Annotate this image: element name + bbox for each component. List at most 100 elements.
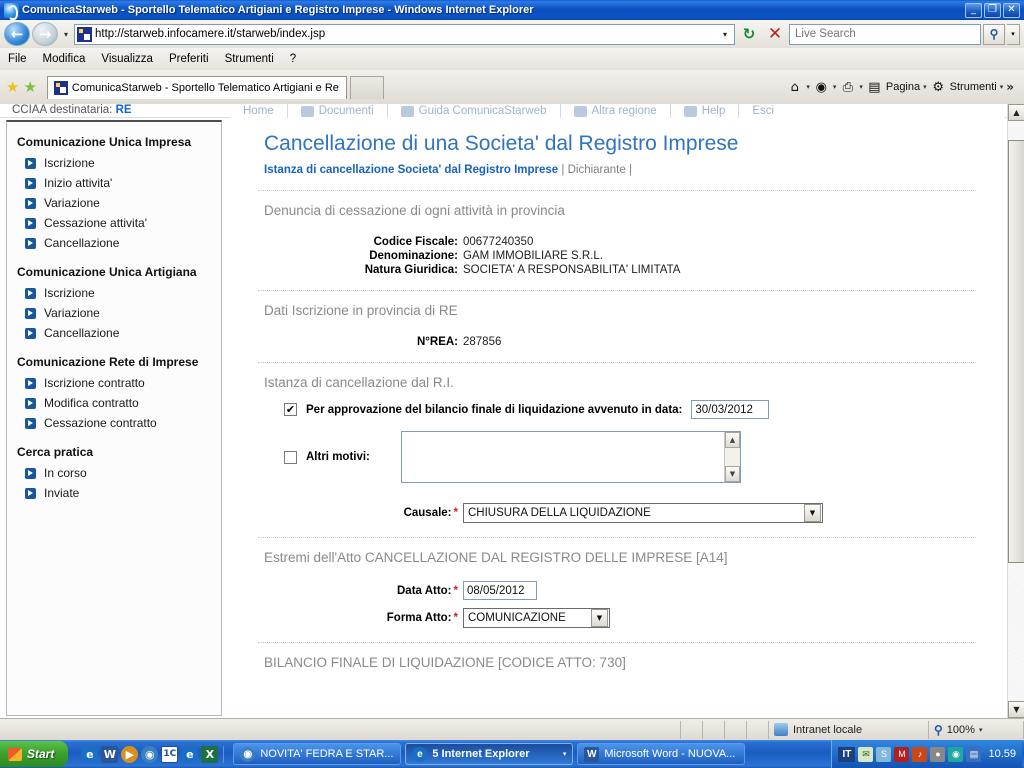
topnav-esci[interactable]: Esci: [738, 104, 787, 118]
back-button[interactable]: ←: [4, 22, 30, 46]
altri-motivi-checkbox[interactable]: [284, 450, 297, 464]
topnav-home[interactable]: Home: [230, 104, 287, 118]
url-bar[interactable]: http://starweb.infocamere.it/starweb/ind…: [74, 23, 735, 45]
causale-select[interactable]: CHIUSURA DELLA LIQUIDAZIONE ▼: [463, 503, 823, 523]
topnav-altra-regione[interactable]: Altra regione: [559, 104, 670, 118]
url-text[interactable]: http://starweb.infocamere.it/starweb/ind…: [95, 28, 717, 40]
tools-caret-icon[interactable]: ▾: [1000, 83, 1004, 91]
sidebar-item-cerca-inviate[interactable]: Inviate: [7, 483, 221, 503]
quicklaunch-globe-icon[interactable]: ◉: [141, 745, 159, 763]
feeds-button[interactable]: ◉ ▾: [813, 79, 837, 96]
menu-modifica[interactable]: Modifica: [43, 53, 86, 65]
sidebar-item-impresa-inizio-attivita[interactable]: Inizio attivita': [7, 173, 221, 193]
clock-sync-icon[interactable]: S: [876, 746, 892, 762]
altri-motivi-textarea-value[interactable]: [402, 432, 724, 482]
topnav-documenti[interactable]: Documenti: [286, 104, 387, 118]
page-caret-icon[interactable]: ▾: [923, 83, 927, 91]
refresh-icon[interactable]: ↻: [737, 22, 761, 46]
task-novita-fedra[interactable]: ◉ NOVITA' FEDRA E STAR...: [233, 743, 402, 765]
mail-icon[interactable]: ✉: [858, 746, 874, 762]
search-dropdown-caret-icon[interactable]: ▾: [1007, 23, 1020, 45]
quicklaunch-word-icon[interactable]: W: [101, 745, 119, 763]
toolbar-overflow-icon[interactable]: »: [1006, 80, 1014, 94]
sidebar-item-rete-iscrizione-contratto[interactable]: Iscrizione contratto: [7, 373, 221, 393]
quicklaunch-internet-explorer-icon[interactable]: e: [81, 745, 99, 763]
topnav-help[interactable]: Help: [669, 104, 739, 118]
maximize-restore-button[interactable]: ❐: [984, 2, 1001, 18]
sidebar-item-impresa-cessazione-attivita[interactable]: Cessazione attivita': [7, 213, 221, 233]
url-dropdown-caret-icon[interactable]: ▾: [717, 25, 733, 44]
scroll-down-icon[interactable]: ▼: [1008, 701, 1024, 718]
shield-icon[interactable]: M: [894, 746, 910, 762]
scroll-down-icon[interactable]: ▼: [725, 466, 740, 482]
forward-button[interactable]: →: [32, 22, 58, 46]
task-internet-explorer[interactable]: e 5 Internet Explorer ▾: [405, 743, 574, 765]
page-scrollbar[interactable]: ▲ ▼: [1007, 104, 1024, 718]
bilancio-date-input[interactable]: 30/03/2012: [691, 400, 770, 419]
altri-motivi-textarea[interactable]: ▲ ▼: [401, 431, 741, 483]
sidebar-item-impresa-iscrizione[interactable]: Iscrizione: [7, 153, 221, 173]
sidebar-item-cerca-in-corso[interactable]: In corso: [7, 463, 221, 483]
sidebar-item-artigiana-cancellazione[interactable]: Cancellazione: [7, 323, 221, 343]
chevron-down-icon[interactable]: ▼: [804, 504, 821, 522]
sidebar-item-rete-cessazione-contratto[interactable]: Cessazione contratto: [7, 413, 221, 433]
task-caret-icon[interactable]: ▾: [563, 750, 567, 758]
new-tab-button[interactable]: [349, 75, 384, 99]
history-dropdown-caret-icon[interactable]: ▾: [60, 30, 72, 39]
zoom-control[interactable]: ⚲ 100% ▾: [929, 720, 1024, 739]
textarea-scrollbar[interactable]: ▲ ▼: [724, 432, 740, 482]
topnav-guida[interactable]: Guida ComunicaStarweb: [386, 104, 560, 118]
zoom-caret-icon[interactable]: ▾: [979, 726, 983, 734]
security-zone[interactable]: Intranet locale: [769, 720, 929, 739]
sidebar-item-impresa-variazione[interactable]: Variazione: [7, 193, 221, 213]
add-to-favorites-icon[interactable]: ★: [23, 78, 36, 96]
cciaa-value: RE: [115, 104, 132, 116]
quicklaunch-excel-icon[interactable]: X: [201, 745, 219, 763]
forma-atto-select[interactable]: COMUNICAZIONE ▼: [463, 608, 610, 628]
home-caret-icon[interactable]: ▾: [806, 83, 810, 91]
eye-icon[interactable]: ◉: [948, 746, 964, 762]
sidebar-item-impresa-cancellazione[interactable]: Cancellazione: [7, 233, 221, 253]
data-atto-input[interactable]: 08/05/2012: [463, 581, 537, 600]
quicklaunch-one-c-icon[interactable]: 1C: [161, 745, 179, 763]
stop-icon[interactable]: ✕: [763, 22, 787, 46]
sidebar-item-artigiana-variazione[interactable]: Variazione: [7, 303, 221, 323]
clock[interactable]: 10.59: [988, 748, 1016, 760]
menu-preferiti[interactable]: Preferiti: [169, 53, 209, 65]
chevron-down-icon[interactable]: ▼: [591, 609, 608, 627]
print-button[interactable]: ⎙ ▾: [839, 79, 863, 96]
menu-file[interactable]: File: [8, 53, 27, 65]
favorites-star-icon[interactable]: ★: [6, 78, 19, 96]
close-button[interactable]: ✕: [1003, 2, 1020, 18]
quicklaunch-ie-small-icon[interactable]: e: [181, 745, 199, 763]
volume-icon[interactable]: ♪: [912, 746, 928, 762]
menu-visualizza[interactable]: Visualizza: [101, 53, 153, 65]
network-icon[interactable]: ●: [930, 746, 946, 762]
tools-menu-button[interactable]: ⚙ Strumenti ▾: [930, 79, 1004, 96]
task-microsoft-word[interactable]: W Microsoft Word - NUOVA...: [577, 743, 746, 765]
search-icon[interactable]: ⚲: [983, 23, 1005, 45]
menu-help[interactable]: ?: [290, 53, 296, 65]
language-indicator[interactable]: IT: [838, 746, 856, 762]
sidebar-item-artigiana-iscrizione[interactable]: Iscrizione: [7, 283, 221, 303]
scrollbar-thumb[interactable]: [1008, 140, 1024, 563]
book-icon[interactable]: ▤: [966, 746, 982, 762]
search-box[interactable]: [789, 23, 981, 45]
sidebar-item-rete-modifica-contratto[interactable]: Modifica contratto: [7, 393, 221, 413]
scroll-up-icon[interactable]: ▲: [1008, 104, 1024, 121]
menu-strumenti[interactable]: Strumenti: [225, 53, 274, 65]
breadcrumb-dichiarante[interactable]: Dichiarante: [568, 164, 626, 176]
arrow-right-icon: [25, 217, 36, 229]
start-button[interactable]: Start: [0, 741, 69, 767]
search-input[interactable]: [793, 27, 977, 41]
tab-comunicastarweb[interactable]: ComunicaStarweb - Sportello Telematico A…: [46, 75, 347, 99]
quicklaunch-media-player-icon[interactable]: ▶: [121, 745, 139, 763]
breadcrumb-istanza-link[interactable]: Istanza di cancellazione Societa' dal Re…: [264, 164, 558, 176]
page-menu-button[interactable]: ▤ Pagina ▾: [866, 79, 927, 96]
home-button[interactable]: ⌂ ▾: [786, 79, 810, 96]
print-caret-icon[interactable]: ▾: [859, 83, 863, 91]
feeds-caret-icon[interactable]: ▾: [833, 83, 837, 91]
minimize-button[interactable]: _: [965, 2, 982, 18]
bilancio-checkbox[interactable]: ✔: [284, 403, 297, 416]
scroll-up-icon[interactable]: ▲: [725, 432, 740, 448]
